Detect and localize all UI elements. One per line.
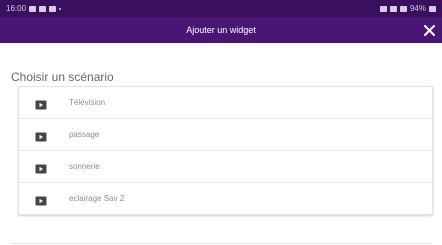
battery-level: 94%	[409, 4, 426, 13]
app-notification-icon	[39, 5, 47, 12]
scenario-item[interactable]: eclairage Sav 2	[19, 183, 432, 214]
scenario-label: sonnerie	[69, 162, 100, 171]
scenario-icon	[35, 193, 47, 211]
status-left: 16:00	[6, 0, 62, 17]
scenario-item[interactable]: Télévision	[19, 87, 432, 119]
app-bar: Ajouter un widget	[0, 17, 442, 43]
message-notification-icon	[49, 5, 57, 12]
mute-icon	[379, 5, 387, 12]
status-time: 16:00	[6, 4, 27, 13]
scenario-icon	[35, 97, 47, 115]
gallery-notification-icon	[29, 5, 37, 12]
scenario-item[interactable]: passage	[19, 119, 432, 151]
wifi-icon	[389, 5, 397, 12]
scenario-list: Télévision passage sonnerie eclairage Sa…	[18, 86, 433, 215]
scenario-label: Télévision	[69, 98, 106, 107]
section-heading: Choisir un scénario	[11, 70, 114, 84]
scenario-icon	[35, 129, 47, 147]
status-bar: 16:00 94%	[0, 0, 442, 17]
close-button[interactable]	[421, 22, 437, 38]
more-notifications-icon	[59, 7, 62, 10]
battery-icon	[429, 5, 436, 12]
close-icon	[423, 24, 435, 36]
signal-icon	[399, 5, 407, 12]
scenario-item[interactable]: sonnerie	[19, 151, 432, 183]
scenario-icon	[35, 161, 47, 179]
scenario-label: passage	[69, 130, 100, 139]
divider	[11, 243, 431, 244]
status-right: 94%	[379, 0, 436, 17]
scenario-label: eclairage Sav 2	[69, 194, 125, 203]
page-title: Ajouter un widget	[186, 25, 256, 35]
